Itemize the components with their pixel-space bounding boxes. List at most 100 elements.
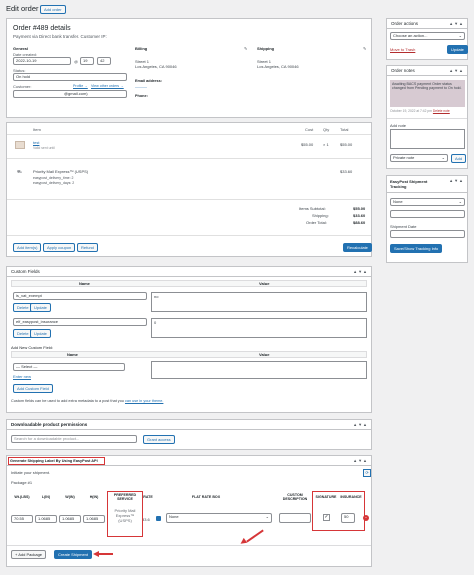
note-date: October 19, 2022 at 7:42 pm [390, 109, 432, 113]
shipping-total-value: $33.60 [353, 213, 366, 218]
apply-coupon-button[interactable]: Apply coupon [43, 243, 76, 252]
custom-description-input[interactable] [279, 513, 311, 523]
note-type-value: Private note [393, 155, 415, 160]
billing-edit-icon[interactable]: ✎ [244, 46, 247, 51]
custom-field-value-1[interactable]: no [151, 292, 367, 312]
save-tracking-button[interactable]: Save/Show Tracking Info [390, 244, 443, 253]
add-note-label: Add note [390, 123, 407, 128]
width-input[interactable]: 1.0685 [59, 515, 81, 523]
hour-input[interactable]: 19 [80, 57, 94, 65]
add-package-button[interactable]: + Add Package [11, 550, 47, 559]
tracking-title: EasyPost Shipment Tracking [390, 179, 428, 189]
custom-field-value-2[interactable]: 0 [151, 318, 367, 338]
profile-link[interactable]: Profile → [73, 84, 88, 88]
initiate-text: Initiate your shipment. [11, 470, 51, 475]
order-actions-panel: Order actions ▲▼▲ Choose an action... ⌄ … [386, 18, 468, 60]
custom-field-name-2[interactable]: elf_easypost_insurance [13, 318, 147, 326]
height-input[interactable]: 1.0685 [83, 515, 105, 523]
order-actions-controls-icon[interactable]: ▲▼▲ [449, 21, 464, 26]
header-height: H(IN) [89, 495, 99, 499]
custom-fields-title: Custom Fields [11, 269, 40, 274]
general-title: General [13, 46, 28, 51]
create-shipment-arrow-head [93, 550, 99, 557]
refund-button[interactable]: Refund [77, 243, 98, 252]
items-col-item: Item [33, 127, 41, 132]
action-divider [7, 545, 371, 546]
order-notes-title: Order notes [391, 68, 415, 73]
order-subheading: Payment via Direct bank transfer. Custom… [13, 34, 107, 39]
recalculate-button[interactable]: Recalculate [343, 243, 372, 252]
refresh-icon[interactable]: ⟳ [363, 469, 371, 477]
custom-field-key-select[interactable]: — Select — [13, 363, 125, 371]
downloads-title: Downloadable product permissions [11, 422, 88, 427]
items-divider [7, 134, 371, 135]
add-new-col-value: Value [259, 352, 270, 357]
downloads-controls-icon[interactable]: ▲▼▲ [353, 422, 368, 427]
order-notes-controls-icon[interactable]: ▲▼▲ [449, 68, 464, 73]
billing-address-line2: Los Angeles, CA 90046 [135, 64, 177, 69]
order-notes-header: Order notes ▲▼▲ [387, 66, 467, 76]
update-order-button[interactable]: Update [447, 45, 468, 54]
add-note-textarea[interactable] [390, 129, 465, 149]
items-col-cost: Cost [305, 127, 314, 132]
note-bubble: Awaiting BACS payment Order status chang… [390, 80, 465, 107]
chevron-down-icon: ⌄ [458, 33, 462, 38]
add-custom-field-button[interactable]: Add Custom Field [13, 384, 53, 393]
shipping-edit-icon[interactable]: ✎ [363, 46, 366, 51]
date-created-input[interactable]: 2022-10-19 [13, 57, 71, 65]
chevron-down-icon: ⌄ [458, 199, 462, 204]
new-custom-field-value[interactable] [151, 361, 367, 379]
grant-access-button[interactable]: Grant access [143, 435, 175, 444]
custom-fields-footer-link[interactable]: can use in your theme. [125, 399, 163, 403]
note-type-select[interactable]: Private note ⌄ [390, 154, 448, 162]
enter-new-link[interactable]: Enter new [13, 374, 31, 379]
custom-field-name-1[interactable]: is_vat_exempt [13, 292, 147, 300]
order-action-select[interactable]: Choose an action... ⌄ [390, 32, 465, 40]
chevron-down-icon: ⌄ [265, 514, 269, 519]
rate-radio[interactable] [156, 516, 161, 521]
items-divider-2 [7, 158, 371, 159]
flat-rate-box-select[interactable]: None ⌄ [166, 513, 272, 523]
move-to-trash-link[interactable]: Move to Trash [390, 47, 415, 52]
tracking-number-input[interactable] [390, 210, 465, 218]
note-text: Awaiting BACS payment Order status chang… [392, 82, 462, 91]
status-select[interactable]: On hold [13, 73, 127, 81]
view-other-orders-link[interactable]: View other orders → [91, 84, 124, 88]
product-name-link[interactable]: test [33, 140, 39, 145]
create-shipment-annotation-arrow [97, 552, 113, 555]
create-shipment-button[interactable]: Create Shipment [54, 550, 93, 559]
easypost-panel: Generate Shipping Label By Using EasyPos… [6, 455, 372, 567]
items-divider-3 [7, 199, 371, 200]
order-notes-panel: Order notes ▲▼▲ Awaiting BACS payment Or… [386, 65, 468, 169]
add-note-button[interactable]: Add [451, 154, 467, 163]
custom-field-update-2[interactable]: Update [30, 329, 51, 338]
tracking-panel: EasyPost Shipment Tracking ▲▼▲ None ⌄ Sh… [386, 175, 468, 263]
weight-input[interactable]: 70.55 [11, 515, 33, 523]
product-total: $55.00 [340, 142, 353, 147]
header-width: W(IN) [65, 495, 75, 499]
delete-note-link[interactable]: Delete note [433, 109, 450, 113]
length-input[interactable]: 1.0685 [35, 515, 57, 523]
shipping-line-name: Priority Mail Express™ (USPS) [33, 169, 89, 174]
custom-field-update-1[interactable]: Update [30, 303, 51, 312]
items-col-qty: Qty [323, 127, 330, 132]
shipping-address-line2: Los Angeles, CA 90046 [257, 64, 299, 69]
billing-email-label: Email address: [135, 79, 163, 83]
minute-input[interactable]: 42 [97, 57, 111, 65]
add-new-col-name: Name [67, 352, 78, 357]
subtotal-value: $55.00 [353, 206, 366, 211]
easypost-controls-icon[interactable]: ▲▼▲ [353, 458, 368, 463]
shipment-date-input[interactable] [390, 230, 465, 238]
tracking-carrier-select[interactable]: None ⌄ [390, 198, 465, 206]
customer-label: Customer: [13, 84, 32, 89]
add-items-button[interactable]: Add item(s) [13, 243, 42, 252]
flat-rate-annotation-arrow [246, 529, 264, 543]
tracking-controls-icon[interactable]: ▲▼▲ [449, 178, 464, 183]
header-custom-description: CUSTOM DESCRIPTION [282, 493, 308, 501]
downloadable-product-search[interactable]: Search for a downloadable product... [11, 435, 137, 443]
custom-fields-col-name: Name [79, 281, 90, 286]
panel-controls-icon[interactable]: ▲▼▲ [353, 269, 368, 274]
add-order-button[interactable]: Add order [40, 5, 66, 14]
custom-fields-header: Custom Fields ▲▼▲ [7, 267, 371, 277]
customer-select[interactable]: @gmail.com) [13, 90, 127, 98]
